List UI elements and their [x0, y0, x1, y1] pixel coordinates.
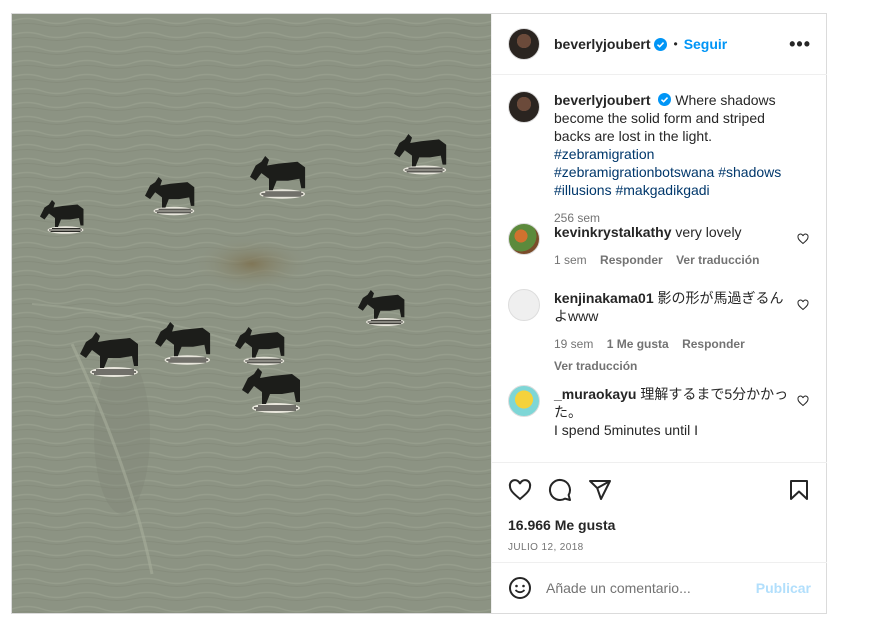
comment-text-continued: I spend 5minutes until I — [554, 422, 698, 438]
caption: beverlyjoubert Where shadows become the … — [508, 91, 811, 225]
caption-avatar[interactable] — [508, 91, 540, 123]
comment-item: _muraokayu 理解するまで5分かかった。 I spend 5minute… — [508, 385, 811, 462]
caption-body: beverlyjoubert Where shadows become the … — [554, 91, 790, 225]
commenter-avatar[interactable] — [508, 289, 540, 321]
comment-body: kevinkrystalkathy very lovely 1 sem Resp… — [554, 223, 790, 289]
post-photo[interactable] — [12, 14, 491, 613]
zebra-aerial-image — [12, 14, 491, 613]
action-icons — [508, 463, 811, 517]
more-options-button[interactable]: ••• — [789, 34, 811, 55]
translate-button[interactable]: Ver traducción — [554, 359, 637, 373]
author-avatar[interactable] — [508, 28, 540, 60]
comment-body: kenjinakama01 影の形が馬過ぎるんよwww 19 sem 1 Me … — [554, 289, 790, 385]
separator-dot: • — [673, 37, 678, 51]
commenter-avatar[interactable] — [508, 385, 540, 417]
post-date[interactable]: JULIO 12, 2018 — [508, 542, 811, 553]
comment-username[interactable]: kenjinakama01 — [554, 290, 654, 306]
reply-button[interactable]: Responder — [682, 337, 745, 351]
hashtag[interactable]: #illusions — [554, 182, 612, 198]
comment-username[interactable]: kevinkrystalkathy — [554, 224, 672, 240]
commenter-avatar[interactable] — [508, 223, 540, 255]
post-side-panel: beverlyjoubert • Seguir ••• beverlyjoube… — [491, 14, 827, 613]
caption-username[interactable]: beverlyjoubert — [554, 92, 650, 108]
save-icon[interactable] — [787, 478, 811, 502]
author-username[interactable]: beverlyjoubert — [554, 36, 650, 52]
like-icon[interactable] — [508, 478, 532, 502]
comment-text: very lovely — [675, 224, 742, 240]
hashtag[interactable]: #makgadikgadi — [615, 182, 709, 198]
comment-item: kenjinakama01 影の形が馬過ぎるんよwww 19 sem 1 Me … — [508, 289, 811, 385]
reply-button[interactable]: Responder — [600, 253, 663, 267]
like-count[interactable]: 16.966 Me gusta — [508, 517, 811, 533]
comment-meta: 19 sem 1 Me gusta Responder Ver traducci… — [554, 335, 790, 375]
small-heart-icon[interactable] — [797, 299, 809, 311]
share-icon[interactable] — [588, 478, 612, 502]
comments-list[interactable]: beverlyjoubert Where shadows become the … — [492, 75, 827, 462]
comment-likes[interactable]: 1 Me gusta — [607, 337, 669, 351]
small-heart-icon[interactable] — [797, 233, 809, 245]
publish-button[interactable]: Publicar — [756, 580, 811, 596]
verified-icon — [654, 37, 668, 51]
comment-item: kevinkrystalkathy very lovely 1 sem Resp… — [508, 223, 811, 289]
emoji-icon[interactable] — [508, 576, 532, 600]
comment-username[interactable]: _muraokayu — [554, 386, 636, 402]
comment-icon[interactable] — [548, 478, 572, 502]
translate-button[interactable]: Ver traducción — [676, 253, 759, 267]
post-header: beverlyjoubert • Seguir ••• — [492, 14, 827, 75]
follow-button[interactable]: Seguir — [684, 36, 728, 52]
instagram-post: beverlyjoubert • Seguir ••• beverlyjoube… — [11, 13, 827, 614]
small-heart-icon[interactable] — [797, 395, 809, 407]
comment-time[interactable]: 1 sem — [554, 253, 587, 267]
hashtag[interactable]: #zebramigration — [554, 146, 654, 162]
verified-icon — [658, 93, 672, 106]
hashtag[interactable]: #shadows — [718, 164, 781, 180]
comment-composer: Publicar — [492, 562, 827, 613]
comment-meta: 1 sem Responder Ver traducción — [554, 251, 790, 269]
hashtag[interactable]: #zebramigrationbotswana — [554, 164, 714, 180]
comment-input[interactable] — [546, 580, 756, 596]
post-actions: 16.966 Me gusta JULIO 12, 2018 — [492, 462, 827, 562]
comment-body: _muraokayu 理解するまで5分かかった。 I spend 5minute… — [554, 385, 790, 462]
comment-time[interactable]: 19 sem — [554, 337, 593, 351]
